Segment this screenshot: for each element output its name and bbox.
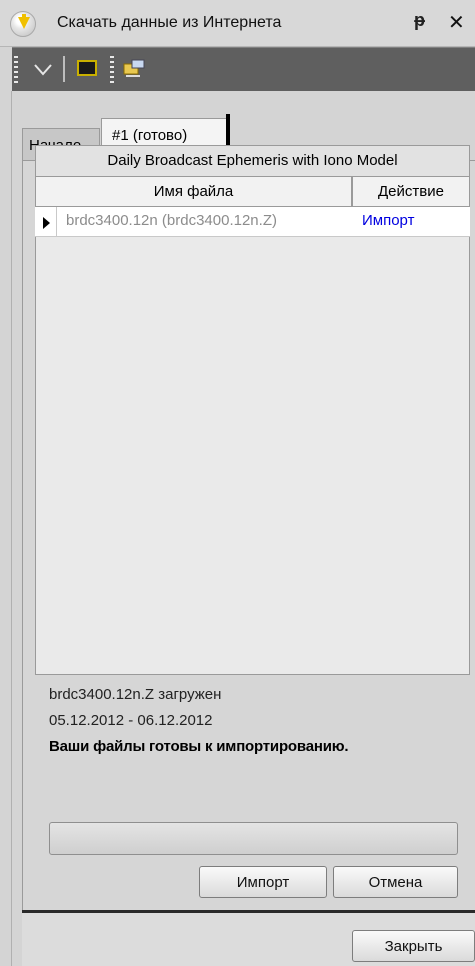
connect-icon[interactable] (122, 58, 146, 80)
toolbar-separator (63, 56, 65, 82)
pin-icon[interactable]: ᵽ (414, 10, 425, 31)
monitor-icon[interactable] (77, 60, 97, 76)
cancel-button[interactable]: Отмена (333, 866, 458, 898)
import-button[interactable]: Импорт (199, 866, 327, 898)
import-link[interactable]: Импорт (362, 212, 414, 229)
column-header-filename[interactable]: Имя файла (35, 177, 352, 207)
row-selector-icon[interactable] (35, 207, 57, 237)
close-button[interactable]: Закрыть (352, 930, 475, 962)
column-header-action[interactable]: Действие (352, 177, 470, 207)
grid-title: Daily Broadcast Ephemeris with Iono Mode… (35, 145, 470, 177)
toolbar-grip[interactable] (110, 56, 114, 84)
download-icon (10, 11, 36, 37)
status-ready: Ваши файлы готовы к импортированию. (49, 738, 349, 755)
left-edge (0, 91, 12, 966)
toolbar (12, 47, 475, 91)
window-title: Скачать данные из Интернета (57, 14, 282, 31)
dropdown-icon[interactable] (32, 58, 54, 80)
toolbar-grip[interactable] (14, 56, 18, 84)
status-date-range: 05.12.2012 - 06.12.2012 (49, 712, 213, 729)
cell-filename: brdc3400.12n (brdc3400.12n.Z) (66, 212, 277, 229)
progress-bar (49, 822, 458, 855)
status-downloaded: brdc3400.12n.Z загружен (49, 686, 222, 703)
close-icon[interactable]: ✕ (448, 10, 465, 35)
